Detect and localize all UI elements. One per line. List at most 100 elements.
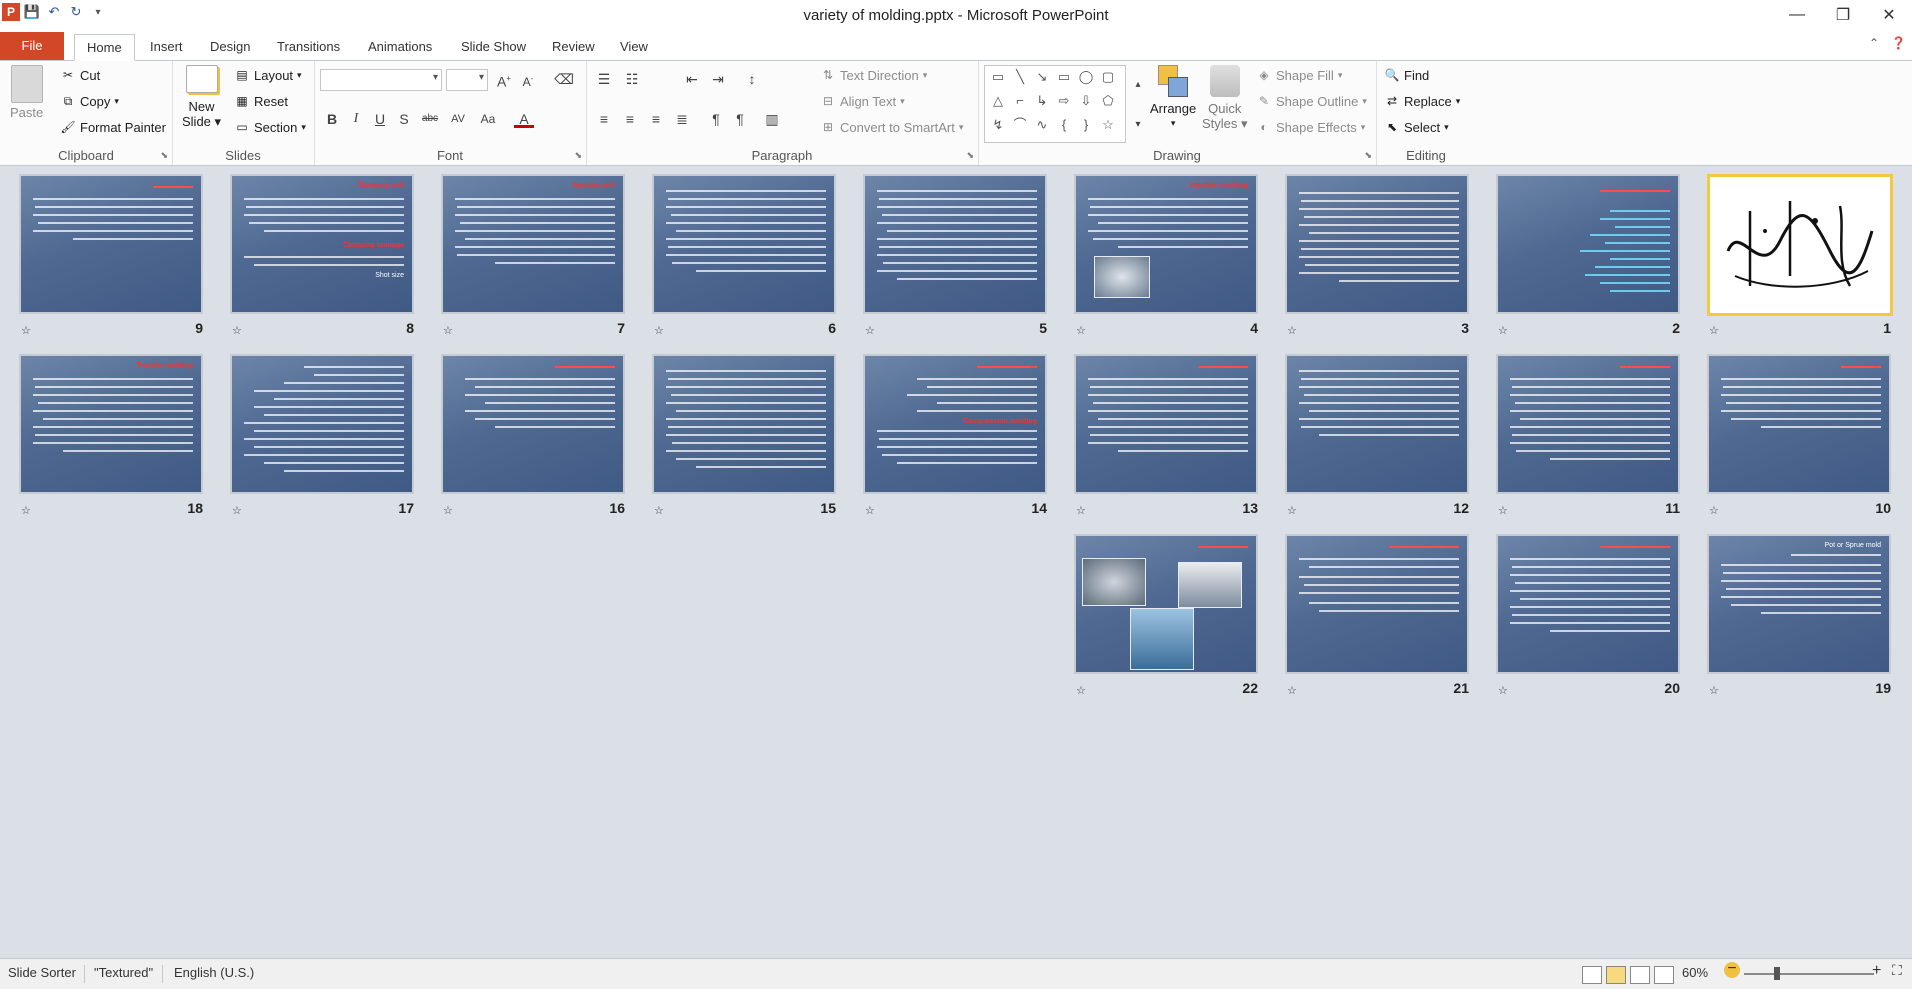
block-arrow-right-icon[interactable]: ⇨ [1055,94,1073,108]
slide-thumbnail[interactable] [1496,174,1680,314]
font-size-combo[interactable] [446,69,488,91]
zoom-level[interactable]: 60% [1682,965,1708,980]
elbow-connector-icon[interactable]: ⌐ [1011,94,1029,108]
slide-thumbnail[interactable] [1285,534,1469,674]
font-name-combo[interactable] [320,69,442,91]
slide-thumbnail[interactable] [1707,174,1893,316]
layout-button[interactable]: ▤ Layout ▾ [234,67,301,83]
bold-icon[interactable]: B [322,109,342,129]
transition-star-icon[interactable]: ☆ [1498,324,1508,337]
text-direction-button[interactable]: ⇅ Text Direction ▾ [820,67,927,83]
arrow-line-shape-icon[interactable]: ↘ [1033,70,1051,84]
freeform-shape-icon[interactable]: ∿ [1033,118,1051,132]
curve-shape-icon[interactable]: ⌒ [1011,118,1029,132]
replace-button[interactable]: ⇄ Replace ▾ [1384,93,1460,109]
star-shape-icon[interactable]: ☆ [1099,118,1117,132]
transition-star-icon[interactable]: ☆ [232,324,242,337]
shape-outline-button[interactable]: ✎ Shape Outline ▾ [1256,93,1367,109]
shapes-gallery[interactable]: ▭ ╲ ↘ ▭ ◯ ▢ △ ⌐ ↳ ⇨ ⇩ ⬠ ↯ ⌒ ∿ { } ☆ [984,65,1126,143]
transition-star-icon[interactable]: ☆ [443,504,453,517]
tab-review[interactable]: Review [540,34,607,59]
slide-thumbnail[interactable] [652,354,836,494]
text-shadow-icon[interactable]: S [394,109,414,129]
transition-star-icon[interactable]: ☆ [1709,504,1719,517]
slide-sorter-view-icon[interactable] [1606,966,1626,984]
underline-icon[interactable]: U [370,109,390,129]
slide-thumbnail[interactable] [1496,354,1680,494]
character-spacing-icon[interactable]: AV [448,109,468,129]
align-left-icon[interactable]: ≡ [594,109,614,129]
close-button[interactable]: ✕ [1866,0,1912,30]
transition-star-icon[interactable]: ☆ [1287,324,1297,337]
transition-star-icon[interactable]: ☆ [1709,684,1719,697]
numbering-icon[interactable]: ☷ [622,69,642,89]
zoom-out-icon[interactable]: − [1724,961,1740,978]
tab-transitions[interactable]: Transitions [265,34,352,59]
transition-star-icon[interactable]: ☆ [232,504,242,517]
increase-indent-icon[interactable]: ⇥ [708,69,728,89]
shape-fill-button[interactable]: ◈ Shape Fill ▾ [1256,67,1342,83]
shapes-more-icon[interactable]: ▾ [1128,115,1148,135]
transition-star-icon[interactable]: ☆ [21,504,31,517]
rectangle-shape-icon[interactable]: ▭ [1055,70,1073,84]
slide-thumbnail[interactable] [1285,174,1469,314]
paste-button[interactable]: Paste [10,65,43,120]
slide-thumbnail[interactable] [1285,354,1469,494]
language-label[interactable]: English (U.S.) [174,965,254,980]
transition-star-icon[interactable]: ☆ [1076,504,1086,517]
reading-view-icon[interactable] [1630,966,1650,984]
curved-arrow-icon[interactable]: ↯ [989,118,1007,132]
pentagon-shape-icon[interactable]: ⬠ [1099,94,1117,108]
restore-button[interactable]: ❐ [1820,0,1866,30]
font-launcher-icon[interactable]: ⬊ [574,150,582,161]
rtl-icon[interactable]: ¶ [730,109,750,129]
transition-star-icon[interactable]: ☆ [654,324,664,337]
bullets-icon[interactable]: ☰ [594,69,614,89]
convert-smartart-button[interactable]: ⊞ Convert to SmartArt ▾ [820,119,963,135]
ltr-icon[interactable]: ¶ [706,109,726,129]
copy-button[interactable]: ⧉ Copy ▾ [60,93,119,109]
rounded-rect-shape-icon[interactable]: ▢ [1099,70,1117,84]
transition-star-icon[interactable]: ☆ [1498,684,1508,697]
strikethrough-icon[interactable]: abc [420,109,440,129]
select-button[interactable]: ⬉ Select ▾ [1384,119,1449,135]
clear-formatting-icon[interactable]: ⌫ [554,69,574,89]
align-right-icon[interactable]: ≡ [646,109,666,129]
slide-thumbnail[interactable] [1074,354,1258,494]
cut-button[interactable]: ✂ Cut [60,67,100,83]
shape-effects-button[interactable]: ◐ Shape Effects ▾ [1256,119,1365,135]
theme-label[interactable]: "Textured" [94,965,153,980]
slide-thumbnail[interactable]: Compression molding [863,354,1047,494]
tab-animations[interactable]: Animations [356,34,444,59]
line-spacing-icon[interactable]: ↕ [742,69,762,89]
transition-star-icon[interactable]: ☆ [1076,684,1086,697]
tab-home[interactable]: Home [74,34,135,61]
tab-view[interactable]: View [608,34,660,59]
slide-thumbnail[interactable]: Clamping unit Clamping tonnage Shot size [230,174,414,314]
transition-star-icon[interactable]: ☆ [1076,324,1086,337]
transition-star-icon[interactable]: ☆ [1287,504,1297,517]
align-center-icon[interactable]: ≡ [620,109,640,129]
reset-button[interactable]: ▦ Reset [234,93,288,109]
slide-thumbnail[interactable] [19,174,203,314]
textbox-shape-icon[interactable]: ▭ [989,70,1007,84]
drawing-launcher-icon[interactable]: ⬊ [1364,150,1372,161]
transition-star-icon[interactable]: ☆ [21,324,31,337]
section-button[interactable]: ▭ Section ▾ [234,119,306,135]
slide-thumbnail[interactable]: Injection molding [1074,174,1258,314]
triangle-shape-icon[interactable]: △ [989,94,1007,108]
italic-icon[interactable]: I [346,109,366,129]
slide-thumbnail[interactable]: Injection unit [441,174,625,314]
normal-view-icon[interactable] [1582,966,1602,984]
slide-thumbnail[interactable]: Pot or Sprue mold [1707,534,1891,674]
tab-slide-show[interactable]: Slide Show [449,34,538,59]
slide-show-view-icon[interactable] [1654,966,1674,984]
change-case-icon[interactable]: Aa [478,109,498,129]
fit-to-window-icon[interactable]: ⛶ [1892,962,1902,979]
format-painter-button[interactable]: 🖌 Format Painter [60,119,166,135]
left-brace-icon[interactable]: { [1055,118,1073,132]
transition-star-icon[interactable]: ☆ [1498,504,1508,517]
paragraph-launcher-icon[interactable]: ⬊ [966,150,974,161]
elbow-arrow-icon[interactable]: ↳ [1033,94,1051,108]
clipboard-launcher-icon[interactable]: ⬊ [160,150,168,161]
